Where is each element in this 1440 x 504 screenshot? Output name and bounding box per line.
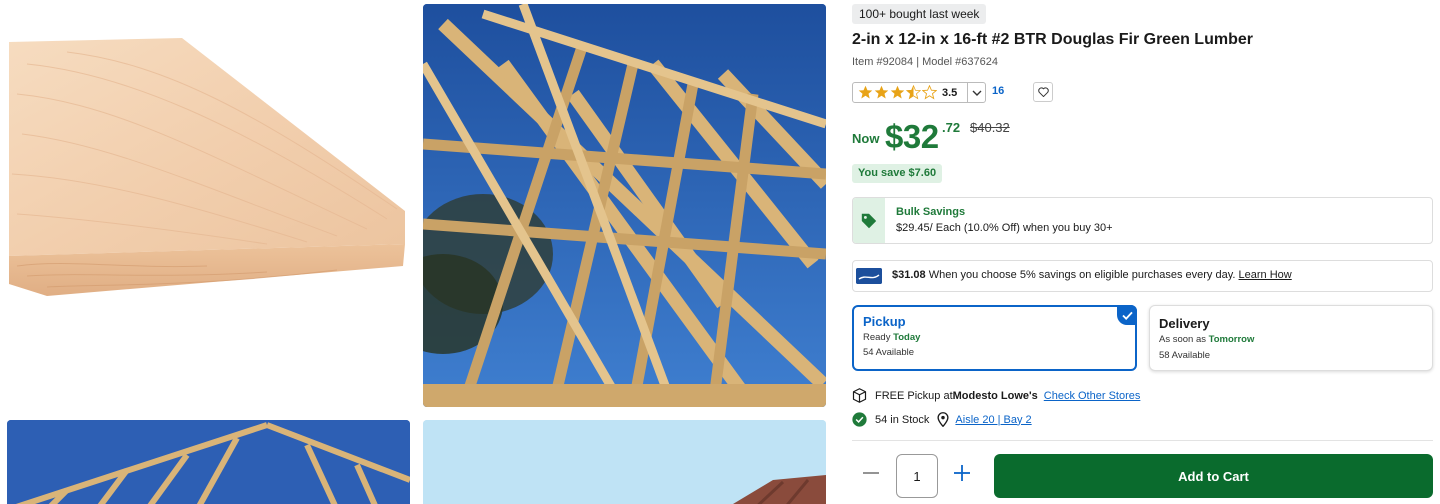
price-now-label: Now: [852, 131, 880, 146]
pickup-ready-day: Today: [893, 332, 921, 343]
pickup-title: Pickup: [863, 314, 906, 329]
review-count-link[interactable]: 16: [992, 85, 1004, 97]
star-empty-icon: [922, 85, 937, 100]
free-pickup-row: FREE Pickup at Modesto Lowe's Check Other…: [852, 388, 1140, 403]
bulk-savings-title: Bulk Savings: [896, 206, 966, 218]
product-title: 2-in x 12-in x 16-ft #2 BTR Douglas Fir …: [852, 31, 1253, 48]
rating-value: 3.5: [942, 86, 958, 99]
was-price: $40.32: [970, 120, 1010, 135]
pickup-option[interactable]: Pickup Ready Today 54 Available: [852, 305, 1137, 371]
divider: [852, 440, 1433, 441]
roof-truss-photo[interactable]: [423, 4, 826, 407]
card-offer-desc: When you choose 5% savings on eligible p…: [925, 269, 1239, 281]
location-pin-icon: [937, 412, 949, 427]
quantity-decrease-button[interactable]: [860, 462, 882, 484]
delivery-eta: As soon as Tomorrow: [1159, 334, 1254, 345]
heart-icon: [1037, 87, 1049, 97]
product-info-panel: 100+ bought last week 2-in x 12-in x 16-…: [852, 0, 1433, 504]
credit-card-offer: $31.08 When you choose 5% savings on eli…: [852, 260, 1433, 292]
pickup-prefix: FREE Pickup at: [875, 389, 953, 402]
delivery-title: Delivery: [1159, 316, 1210, 331]
pickup-ready: Ready Today: [863, 332, 920, 343]
pickup-available: 54 Available: [863, 347, 915, 358]
savings-badge: You save $7.60: [852, 164, 943, 183]
price-dollars: $32: [885, 118, 939, 155]
rating-widget[interactable]: 3.5: [852, 82, 986, 103]
credit-card-icon: [856, 268, 882, 284]
card-offer-text: $31.08 When you choose 5% savings on eli…: [892, 269, 1292, 281]
card-offer-amount: $31.08: [892, 269, 926, 281]
delivery-eta-day: Tomorrow: [1208, 334, 1255, 345]
check-icon: [1117, 305, 1137, 325]
box-icon: [852, 388, 867, 403]
price-tag-icon: [853, 198, 885, 243]
favorite-button[interactable]: [1033, 82, 1053, 102]
delivery-available: 58 Available: [1159, 350, 1211, 361]
chevron-down-icon[interactable]: [967, 83, 985, 102]
sky-photo[interactable]: [423, 420, 826, 504]
check-other-stores-link[interactable]: Check Other Stores: [1044, 390, 1141, 402]
quantity-increase-button[interactable]: [951, 462, 973, 484]
star-half-icon: [906, 85, 921, 100]
delivery-eta-prefix: As soon as: [1159, 334, 1209, 345]
board-photo[interactable]: [7, 4, 410, 407]
check-circle-icon: [852, 412, 867, 427]
stock-row: 54 in Stock Aisle 20 | Bay 2: [852, 412, 1032, 427]
aisle-location-link[interactable]: Aisle 20 | Bay 2: [955, 414, 1031, 426]
minus-icon: [863, 472, 879, 474]
star-full-icon: [858, 85, 873, 99]
price-cents: .72: [942, 120, 961, 135]
star-rating: [853, 83, 937, 102]
bulk-savings-desc: $29.45/ Each (10.0% Off) when you buy 30…: [896, 222, 1113, 234]
star-full-icon: [890, 85, 905, 99]
bulk-savings-box: Bulk Savings $29.45/ Each (10.0% Off) wh…: [852, 197, 1433, 244]
add-to-cart-button[interactable]: Add to Cart: [994, 454, 1433, 498]
star-full-icon: [874, 85, 889, 99]
roof-truss-photo-2[interactable]: [7, 420, 410, 504]
quantity-input[interactable]: [896, 454, 938, 498]
delivery-option[interactable]: Delivery As soon as Tomorrow 58 Availabl…: [1149, 305, 1433, 371]
bought-count-badge: 100+ bought last week: [852, 4, 987, 24]
plus-icon: [954, 465, 970, 481]
learn-how-link[interactable]: Learn How: [1239, 269, 1292, 281]
stock-count: 54 in Stock: [875, 413, 930, 426]
pickup-ready-prefix: Ready: [863, 332, 894, 343]
item-model-numbers: Item #92084 | Model #637624: [852, 56, 998, 68]
store-name: Modesto Lowe's: [952, 389, 1038, 402]
